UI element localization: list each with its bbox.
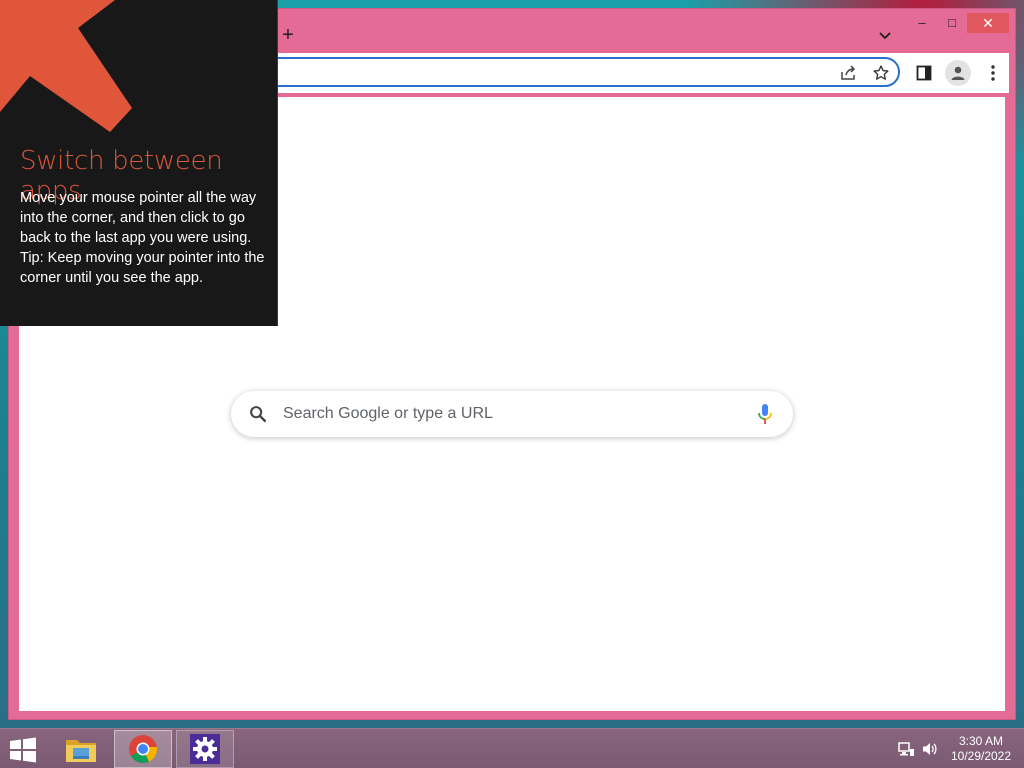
new-tab-button[interactable]: +: [279, 25, 297, 45]
microphone-icon[interactable]: [757, 403, 773, 425]
taskbar-settings[interactable]: [176, 730, 234, 768]
side-panel-icon[interactable]: [912, 61, 936, 85]
share-icon[interactable]: [838, 63, 860, 83]
google-search-box[interactable]: Search Google or type a URL: [231, 391, 793, 437]
taskbar: 3:30 AM 10/29/2022: [0, 728, 1024, 768]
chevron-down-icon: [879, 32, 891, 40]
settings-icon: [190, 734, 220, 764]
menu-icon[interactable]: [981, 61, 1005, 85]
taskbar-file-explorer[interactable]: [52, 730, 110, 768]
network-icon[interactable]: [897, 740, 915, 758]
windows-start-icon[interactable]: [8, 737, 38, 763]
maximize-button[interactable]: □: [937, 13, 967, 33]
tip-body-line: Move your mouse pointer all the way into…: [20, 190, 257, 246]
clock-time: 3:30 AM: [958, 734, 1004, 748]
search-placeholder: Search Google or type a URL: [283, 405, 493, 422]
bookmark-star-icon[interactable]: [870, 63, 892, 83]
file-explorer-icon: [66, 740, 96, 762]
search-icon: [250, 406, 267, 423]
volume-icon[interactable]: [921, 740, 939, 758]
close-button[interactable]: ✕: [967, 13, 1009, 33]
corner-arrow-icon: [0, 0, 132, 132]
taskbar-chrome[interactable]: [114, 730, 172, 768]
tip-body-line: Tip: Keep moving your pointer into the c…: [20, 250, 265, 286]
hot-corner-tip: Switch between apps Move your mouse poin…: [0, 0, 278, 326]
system-clock[interactable]: 3:30 AM 10/29/2022: [946, 734, 1016, 764]
minimize-button[interactable]: –: [907, 13, 937, 33]
tab-search-button[interactable]: [875, 27, 895, 45]
chrome-icon: [129, 735, 158, 763]
clock-date: 10/29/2022: [950, 749, 1012, 763]
tip-body: Move your mouse pointer all the way into…: [20, 188, 265, 288]
profile-icon[interactable]: [945, 60, 971, 86]
